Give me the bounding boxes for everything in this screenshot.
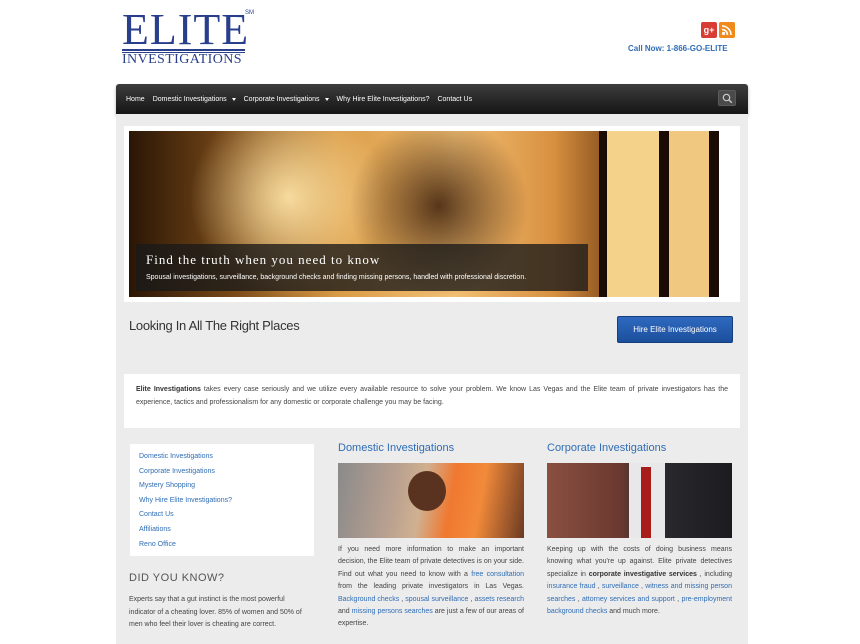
link-insurance-fraud[interactable]: insurance fraud [547,583,596,590]
corporate-image-tie [641,467,651,538]
nav-item-label: Domestic Investigations [152,95,227,103]
nav-item-corporate[interactable]: Corporate Investigations [244,96,329,103]
sidebar-link-mystery-shopping[interactable]: Mystery Shopping [139,479,305,494]
nav-item-label: Contact Us [437,95,473,103]
intro-bold: Elite Investigations [136,386,201,393]
social-links: g+ [701,22,735,38]
logo[interactable]: ELITE SM INVESTIGATIONS [122,5,257,67]
hero-caption-text: Spousal investigations, surveillance, ba… [146,274,527,281]
link-attorney-services[interactable]: attorney services and support [582,596,675,603]
link-free-consultation[interactable]: free consultation [471,571,524,578]
hero-caption: Find the truth when you need to know Spo… [136,244,588,291]
text-span: and [338,608,352,616]
logo-main-text: ELITE [122,5,250,54]
nav-item-contact[interactable]: Contact Us [437,96,472,103]
text-bold: corporate investigative services [588,570,697,578]
text-span: , including [696,570,732,578]
did-you-know-text: Experts say that a gut instinct is the m… [129,596,302,628]
logo-service-mark: SM [245,10,254,16]
logo-sub-text: INVESTIGATIONS [122,52,242,67]
sidebar-links: Domestic Investigations Corporate Invest… [130,444,314,556]
google-plus-icon[interactable]: g+ [701,22,717,38]
nav-item-label: Corporate Investigations [243,95,320,103]
search-icon [722,93,733,104]
link-missing-persons[interactable]: missing persons searches [352,608,433,615]
link-spousal-surveillance[interactable]: spousal surveillance [405,596,468,603]
domestic-image-figure [408,471,446,511]
call-now-phone[interactable]: Call Now: 1-866-GO-ELITE [628,44,728,53]
text-span: and much more. [607,608,660,616]
rss-icon[interactable] [719,22,735,38]
nav-item-label: Home [126,95,145,103]
domestic-text: If you need more information to make an … [338,544,524,631]
corporate-text: Keeping up with the costs of doing busin… [547,544,732,618]
intro-text: Elite Investigations takes every case se… [124,374,740,428]
hire-button[interactable]: Hire Elite Investigations [617,316,733,343]
nav-item-home[interactable]: Home [126,96,145,103]
sidebar-link-reno-office[interactable]: Reno Office [139,538,305,553]
nav-item-domestic[interactable]: Domestic Investigations [153,96,236,103]
hero-caption-title: Find the truth when you need to know [146,252,381,267]
sidebar-link-corporate[interactable]: Corporate Investigations [139,465,305,480]
domestic-title[interactable]: Domestic Investigations [338,442,454,454]
chevron-down-icon [324,97,329,101]
corporate-image [547,463,732,538]
chevron-down-icon [231,97,236,101]
sidebar-link-why-hire[interactable]: Why Hire Elite Investigations? [139,494,305,509]
main-navbar: Home Domestic Investigations Corporate I… [116,84,748,114]
link-assets-research[interactable]: assets research [474,596,524,603]
section-heading: Looking In All The Right Places [129,318,300,333]
search-button[interactable] [718,90,736,106]
domestic-image [338,463,524,538]
text-span: from the leading private investigators i… [338,583,524,591]
nav-item-why-hire[interactable]: Why Hire Elite Investigations? [337,96,430,103]
logo-rule [122,49,245,51]
link-background-checks[interactable]: Background checks [338,596,399,603]
corporate-title[interactable]: Corporate Investigations [547,442,666,454]
hero-window [599,131,719,297]
nav-item-label: Why Hire Elite Investigations? [336,95,430,103]
sidebar-link-contact[interactable]: Contact Us [139,508,305,523]
sidebar-link-domestic[interactable]: Domestic Investigations [139,450,305,465]
link-surveillance[interactable]: surveillance [602,583,639,590]
did-you-know-title: DID YOU KNOW? [129,572,225,584]
sidebar-link-affiliations[interactable]: Affiliations [139,523,305,538]
intro-body: takes every case seriously and we utiliz… [136,386,728,406]
